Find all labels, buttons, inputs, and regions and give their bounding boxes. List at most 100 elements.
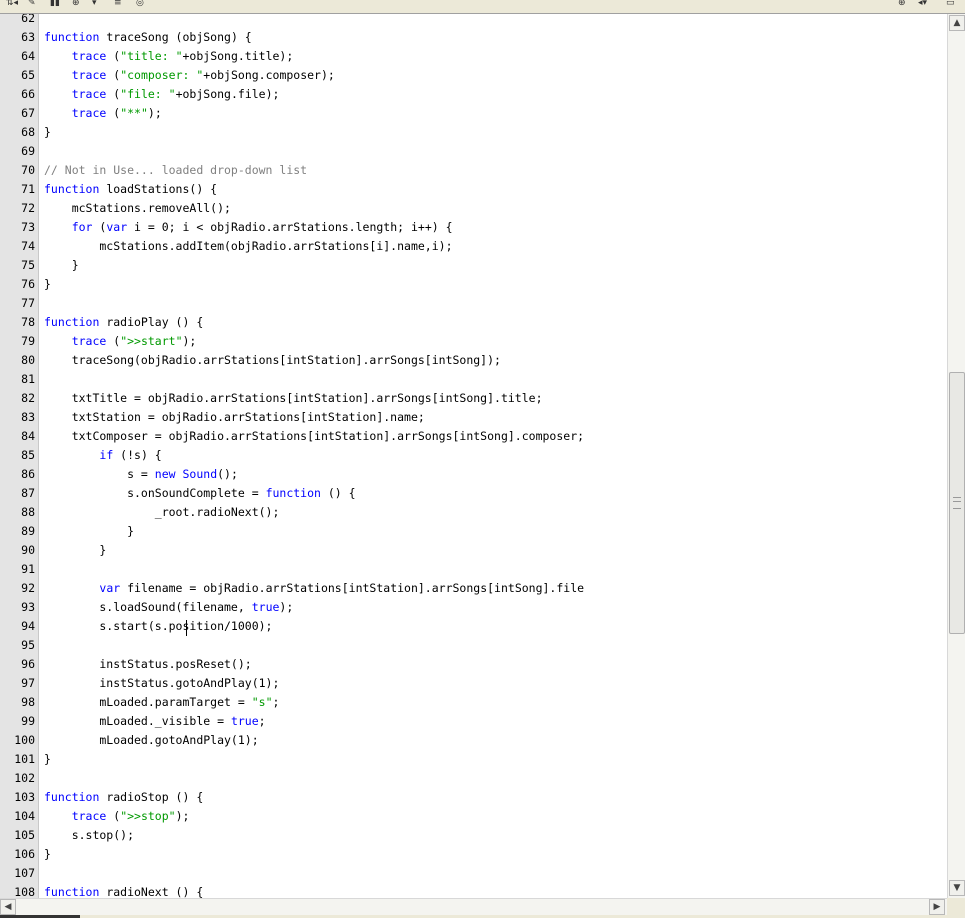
code-text[interactable]: s.stop(); [44, 826, 134, 845]
code-line[interactable]: 64 trace ("title: "+objSong.title); [0, 47, 947, 66]
code-line[interactable]: 80 traceSong(objRadio.arrStations[intSta… [0, 351, 947, 370]
code-line[interactable]: 96 instStatus.posReset(); [0, 655, 947, 674]
bars-icon[interactable]: ▮▮ [50, 0, 64, 7]
code-text[interactable]: mcStations.addItem(objRadio.arrStations[… [44, 237, 452, 256]
code-line[interactable]: 82 txtTitle = objRadio.arrStations[intSt… [0, 389, 947, 408]
code-text[interactable]: mLoaded._visible = true; [44, 712, 265, 731]
code-text[interactable]: } [44, 522, 134, 541]
code-line[interactable]: 62 [0, 14, 947, 28]
code-text[interactable]: mLoaded.paramTarget = "s"; [44, 693, 279, 712]
code-line[interactable]: 108 function radioNext () { [0, 883, 947, 898]
code-line[interactable]: 106} [0, 845, 947, 864]
code-text[interactable]: function loadStations() { [44, 180, 217, 199]
window-icon[interactable]: ▭ [946, 0, 962, 7]
code-text[interactable]: trace ("file: "+objSong.file); [44, 85, 280, 104]
code-line[interactable]: 71 function loadStations() { [0, 180, 947, 199]
arrows-icon[interactable]: ⇅◂ [6, 0, 26, 7]
code-line[interactable]: 92 var filename = objRadio.arrStations[i… [0, 579, 947, 598]
code-line[interactable]: 73 for (var i = 0; i < objRadio.arrStati… [0, 218, 947, 237]
code-text[interactable]: } [44, 541, 106, 560]
code-text[interactable]: txtComposer = objRadio.arrStations[intSt… [44, 427, 584, 446]
code-line[interactable]: 91 [0, 560, 947, 579]
code-line[interactable]: 81 [0, 370, 947, 389]
list-icon[interactable]: ≡ [114, 0, 128, 7]
code-line[interactable]: 69 [0, 142, 947, 161]
code-text[interactable]: } [44, 256, 79, 275]
code-line[interactable]: 66 trace ("file: "+objSong.file); [0, 85, 947, 104]
code-line[interactable]: 67 trace ("**"); [0, 104, 947, 123]
debug-icon[interactable]: ⊕ [898, 0, 912, 7]
code-text[interactable]: } [44, 123, 51, 142]
dropdown-icon[interactable]: ▾ [92, 0, 102, 7]
code-line[interactable]: 63 function traceSong (objSong) { [0, 28, 947, 47]
code-line[interactable]: 104 trace (">>stop"); [0, 807, 947, 826]
code-text[interactable]: if (!s) { [44, 446, 161, 465]
code-line[interactable]: 98 mLoaded.paramTarget = "s"; [0, 693, 947, 712]
code-text[interactable]: trace ("composer: "+objSong.composer); [44, 66, 335, 85]
code-text[interactable]: txtStation = objRadio.arrStations[intSta… [44, 408, 425, 427]
scroll-down-button[interactable]: ▼ [949, 880, 965, 896]
code-text[interactable]: function radioPlay () { [44, 313, 203, 332]
code-line[interactable]: 90 } [0, 541, 947, 560]
code-text[interactable]: mLoaded.gotoAndPlay(1); [44, 731, 258, 750]
code-text[interactable]: function traceSong (objSong) { [44, 28, 252, 47]
code-line[interactable]: 100 mLoaded.gotoAndPlay(1); [0, 731, 947, 750]
code-text[interactable]: s = new Sound(); [44, 465, 238, 484]
code-line[interactable]: 74 mcStations.addItem(objRadio.arrStatio… [0, 237, 947, 256]
code-text[interactable]: } [44, 275, 51, 294]
code-line[interactable]: 105 s.stop(); [0, 826, 947, 845]
target-icon[interactable]: ⊕ [72, 0, 86, 7]
code-text[interactable]: for (var i = 0; i < objRadio.arrStations… [44, 218, 453, 237]
code-line[interactable]: 93 s.loadSound(filename, true); [0, 598, 947, 617]
code-line[interactable]: 77 [0, 294, 947, 313]
horizontal-scrollbar[interactable]: ◀ ▶ [0, 898, 947, 915]
code-text[interactable]: s.start(s.position/1000); [44, 617, 272, 636]
code-line[interactable]: 75 } [0, 256, 947, 275]
wrench-icon[interactable]: ✎ [28, 0, 42, 7]
code-line[interactable]: 83 txtStation = objRadio.arrStations[int… [0, 408, 947, 427]
code-text[interactable]: trace (">>stop"); [44, 807, 190, 826]
code-line[interactable]: 99 mLoaded._visible = true; [0, 712, 947, 731]
code-line[interactable]: 76} [0, 275, 947, 294]
code-line[interactable]: 94 s.start(s.position/1000); [0, 617, 947, 636]
code-text[interactable]: function radioStop () { [44, 788, 203, 807]
code-line[interactable]: 107 [0, 864, 947, 883]
scroll-up-button[interactable]: ▲ [949, 15, 965, 31]
scroll-right-button[interactable]: ▶ [929, 899, 945, 915]
code-text[interactable]: trace (">>start"); [44, 332, 197, 351]
code-line[interactable]: 103 function radioStop () { [0, 788, 947, 807]
code-text[interactable]: mcStations.removeAll(); [44, 199, 231, 218]
vertical-scrollbar[interactable]: ▲ ▼ [947, 14, 965, 898]
code-line[interactable]: 95 [0, 636, 947, 655]
code-line[interactable]: 84 txtComposer = objRadio.arrStations[in… [0, 427, 947, 446]
code-line[interactable]: 86 s = new Sound(); [0, 465, 947, 484]
code-text[interactable]: instStatus.posReset(); [44, 655, 251, 674]
code-line[interactable]: 78 function radioPlay () { [0, 313, 947, 332]
code-line[interactable]: 85 if (!s) { [0, 446, 947, 465]
code-text[interactable]: trace ("**"); [44, 104, 162, 123]
help-icon[interactable]: ◎ [136, 0, 150, 7]
code-text[interactable]: function radioNext () { [44, 883, 203, 898]
code-line[interactable]: 88 _root.radioNext(); [0, 503, 947, 522]
code-text[interactable]: } [44, 845, 51, 864]
code-text[interactable]: trace ("title: "+objSong.title); [44, 47, 294, 66]
code-text[interactable]: var filename = objRadio.arrStations[intS… [44, 579, 584, 598]
code-line[interactable]: 79 trace (">>start"); [0, 332, 947, 351]
code-text[interactable]: traceSong(objRadio.arrStations[intStatio… [44, 351, 501, 370]
scroll-left-button[interactable]: ◀ [0, 899, 16, 915]
code-line[interactable]: 68} [0, 123, 947, 142]
code-line[interactable]: 70 // Not in Use... loaded drop-down list [0, 161, 947, 180]
code-line[interactable]: 102 [0, 769, 947, 788]
code-text[interactable]: instStatus.gotoAndPlay(1); [44, 674, 279, 693]
vertical-scroll-thumb[interactable] [949, 372, 965, 634]
code-text[interactable]: } [44, 750, 51, 769]
code-text[interactable]: s.loadSound(filename, true); [44, 598, 293, 617]
code-line[interactable]: 89 } [0, 522, 947, 541]
code-text[interactable]: txtTitle = objRadio.arrStations[intStati… [44, 389, 543, 408]
code-text[interactable]: // Not in Use... loaded drop-down list [44, 161, 307, 180]
code-line[interactable]: 97 instStatus.gotoAndPlay(1); [0, 674, 947, 693]
code-line[interactable]: 101} [0, 750, 947, 769]
code-editor[interactable]: 62 63 function traceSong (objSong) {64 tra… [0, 14, 947, 898]
code-line[interactable]: 72 mcStations.removeAll(); [0, 199, 947, 218]
code-text[interactable]: _root.radioNext(); [44, 503, 280, 522]
